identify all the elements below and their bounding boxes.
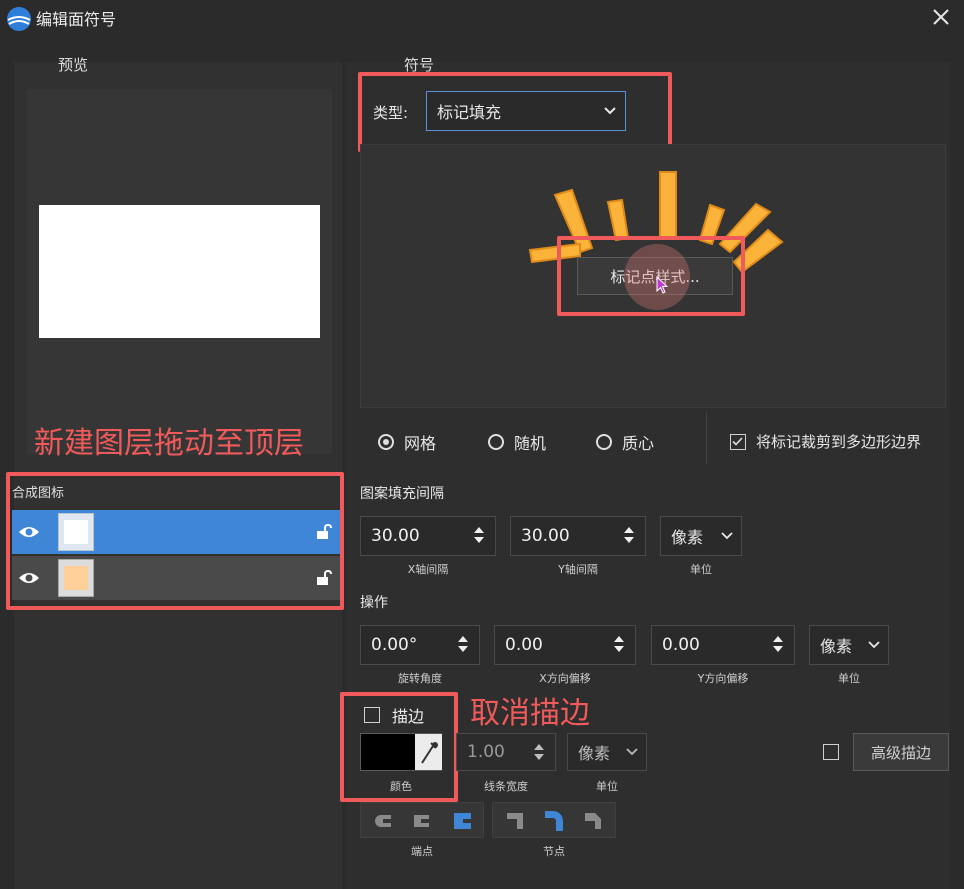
stroke-unit-dropdown[interactable]: 像素 bbox=[567, 733, 647, 771]
chevron-down-icon bbox=[626, 748, 638, 756]
checkmark-icon bbox=[732, 436, 743, 446]
endpoint-caption: 端点 bbox=[411, 845, 433, 858]
x-offset-caption: X方向偏移 bbox=[539, 672, 591, 685]
close-button[interactable] bbox=[926, 2, 956, 32]
x-offset-input[interactable]: 0.00 bbox=[494, 625, 636, 665]
x-spacing-value: 30.00 bbox=[371, 526, 420, 546]
joint-caption: 节点 bbox=[543, 845, 565, 858]
stroke-checkbox[interactable]: 描边 bbox=[364, 703, 424, 727]
stroke-checkbox-label: 描边 bbox=[392, 707, 425, 726]
spin-arrows-icon[interactable] bbox=[457, 633, 469, 655]
stroke-color-caption: 颜色 bbox=[390, 780, 412, 793]
layer-row-2[interactable] bbox=[12, 556, 340, 600]
unlock-icon[interactable] bbox=[316, 524, 332, 540]
stroke-note-annotation: 取消描边 bbox=[470, 696, 590, 731]
stroke-color-picker[interactable] bbox=[360, 733, 442, 771]
operation-unit-dropdown[interactable]: 像素 bbox=[809, 625, 889, 665]
chevron-down-icon bbox=[721, 532, 733, 540]
chevron-down-icon bbox=[868, 641, 880, 649]
divider bbox=[706, 412, 707, 464]
spin-arrows-icon[interactable] bbox=[533, 741, 545, 763]
y-offset-input[interactable]: 0.00 bbox=[651, 625, 795, 665]
x-spacing-input[interactable]: 30.00 bbox=[360, 516, 496, 556]
preview-swatch bbox=[39, 205, 320, 338]
close-icon bbox=[933, 9, 949, 25]
advanced-stroke-button[interactable]: 高级描边 bbox=[853, 733, 949, 771]
advanced-stroke-label: 高级描边 bbox=[870, 743, 931, 762]
type-dropdown-value: 标记填充 bbox=[437, 103, 502, 122]
spacing-title: 图案填充间隔 bbox=[360, 486, 444, 502]
layer-swatch bbox=[64, 520, 88, 544]
y-spacing-input[interactable]: 30.00 bbox=[510, 516, 646, 556]
layer-swatch bbox=[64, 566, 88, 590]
spacing-unit-dropdown[interactable]: 像素 bbox=[660, 516, 742, 556]
drag-note-annotation: 新建图层拖动至顶层 bbox=[34, 426, 304, 461]
stroke-unit-caption: 单位 bbox=[596, 780, 618, 793]
stroke-checkbox-box[interactable] bbox=[364, 707, 380, 723]
radio-centroid[interactable]: 质心 bbox=[596, 430, 654, 454]
layer-row-1[interactable] bbox=[12, 510, 340, 554]
stroke-width-input[interactable]: 1.00 bbox=[456, 733, 556, 771]
radio-random-label: 随机 bbox=[514, 434, 547, 453]
eye-icon[interactable] bbox=[18, 524, 40, 540]
operation-title: 操作 bbox=[360, 595, 388, 611]
rotation-input[interactable]: 0.00° bbox=[360, 625, 480, 665]
radio-grid[interactable]: 网格 bbox=[378, 430, 436, 454]
spacing-unit-caption: 单位 bbox=[690, 563, 712, 576]
radio-random-dot[interactable] bbox=[488, 434, 504, 450]
clip-checkbox[interactable]: 将标记裁剪到多边形边界 bbox=[730, 431, 921, 452]
radio-grid-dot[interactable] bbox=[378, 434, 394, 450]
unlock-icon[interactable] bbox=[316, 570, 332, 586]
layers-title: 合成图标 bbox=[12, 486, 65, 501]
preview-label: 预览 bbox=[58, 56, 89, 74]
rotation-value: 0.00° bbox=[371, 635, 418, 655]
eyedropper-icon bbox=[421, 742, 438, 764]
app-logo-icon bbox=[7, 7, 31, 31]
operation-unit-caption: 单位 bbox=[838, 672, 860, 685]
layer-thumbnail bbox=[58, 513, 94, 551]
y-offset-value: 0.00 bbox=[662, 635, 700, 655]
radio-centroid-label: 质心 bbox=[622, 434, 655, 453]
operation-unit-value: 像素 bbox=[820, 637, 853, 656]
y-offset-caption: Y方向偏移 bbox=[697, 672, 749, 685]
stroke-unit-value: 像素 bbox=[578, 744, 611, 763]
clip-checkbox-label: 将标记裁剪到多边形边界 bbox=[756, 433, 922, 451]
type-dropdown[interactable]: 标记填充 bbox=[426, 91, 626, 131]
clip-checkbox-box[interactable] bbox=[730, 433, 746, 450]
radio-grid-label: 网格 bbox=[404, 434, 437, 453]
endpoint-group bbox=[360, 802, 484, 838]
radio-centroid-dot[interactable] bbox=[596, 434, 612, 450]
joint-group bbox=[492, 802, 616, 838]
stroke-width-caption: 线条宽度 bbox=[484, 780, 528, 793]
spin-arrows-icon[interactable] bbox=[473, 524, 485, 546]
x-spacing-caption: X轴间隔 bbox=[407, 563, 449, 576]
rotation-caption: 旋转角度 bbox=[398, 672, 442, 685]
advanced-stroke-checkbox[interactable] bbox=[823, 744, 839, 760]
eye-icon[interactable] bbox=[18, 570, 40, 586]
round-cap-icon[interactable] bbox=[373, 811, 393, 831]
window-title: 编辑面符号 bbox=[36, 10, 117, 29]
flat-cap-icon[interactable] bbox=[411, 811, 431, 831]
type-label: 类型: bbox=[373, 104, 409, 122]
round-join-icon[interactable] bbox=[543, 809, 565, 833]
cursor-icon bbox=[656, 276, 668, 294]
y-spacing-value: 30.00 bbox=[521, 526, 570, 546]
miter-join-icon[interactable] bbox=[505, 811, 525, 831]
spin-arrows-icon[interactable] bbox=[623, 524, 635, 546]
eyedropper-button[interactable] bbox=[415, 734, 442, 770]
spin-arrows-icon[interactable] bbox=[613, 633, 625, 655]
spacing-unit-value: 像素 bbox=[671, 528, 704, 547]
spin-arrows-icon[interactable] bbox=[772, 633, 784, 655]
y-spacing-caption: Y轴间隔 bbox=[558, 563, 598, 576]
x-offset-value: 0.00 bbox=[505, 635, 543, 655]
radio-random[interactable]: 随机 bbox=[488, 430, 546, 454]
bevel-join-icon[interactable] bbox=[583, 811, 603, 831]
chevron-down-icon bbox=[604, 107, 616, 115]
layer-thumbnail bbox=[58, 559, 94, 597]
square-cap-icon[interactable] bbox=[451, 809, 473, 833]
title-bar bbox=[0, 0, 964, 34]
stroke-width-value: 1.00 bbox=[467, 742, 505, 762]
